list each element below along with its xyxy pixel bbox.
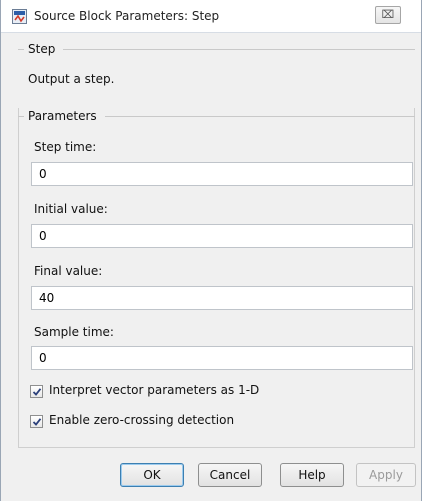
close-icon[interactable]: ⌧ [375,6,401,24]
sample-time-label: Sample time: [34,325,114,339]
window-title: Source Block Parameters: Step [34,9,220,23]
parameters-group-line-left [18,116,24,117]
dialog-window: Source Block Parameters: Step ⌧ Step Out… [0,0,422,501]
simulink-block-icon [12,9,27,24]
zero-crossing-checkbox[interactable] [30,415,43,428]
interpret-vector-checkbox[interactable] [30,385,43,398]
zero-crossing-label[interactable]: Enable zero-crossing detection [49,413,234,427]
step-time-label: Step time: [34,140,97,154]
apply-button[interactable]: Apply [356,463,416,487]
parameters-group-title: Parameters [28,109,97,123]
step-group-title: Step [28,42,56,56]
step-group-line-right [63,49,415,50]
final-value-label: Final value: [34,264,103,278]
parameters-group-frame [18,108,415,448]
final-value-input[interactable] [31,286,413,310]
parameters-group-line-right [105,116,415,117]
initial-value-input[interactable] [31,224,413,248]
sample-time-input[interactable] [31,346,413,370]
step-time-input[interactable] [31,162,413,186]
step-group-line-left [18,49,24,50]
initial-value-label: Initial value: [34,202,108,216]
cancel-button[interactable]: Cancel [198,463,262,487]
checkmark-icon [32,418,42,426]
interpret-vector-label[interactable]: Interpret vector parameters as 1-D [49,383,259,397]
title-bar[interactable]: Source Block Parameters: Step ⌧ [1,0,421,33]
ok-button[interactable]: OK [120,463,184,487]
block-description: Output a step. [28,72,115,86]
checkmark-icon [32,388,42,396]
help-button[interactable]: Help [280,463,344,487]
